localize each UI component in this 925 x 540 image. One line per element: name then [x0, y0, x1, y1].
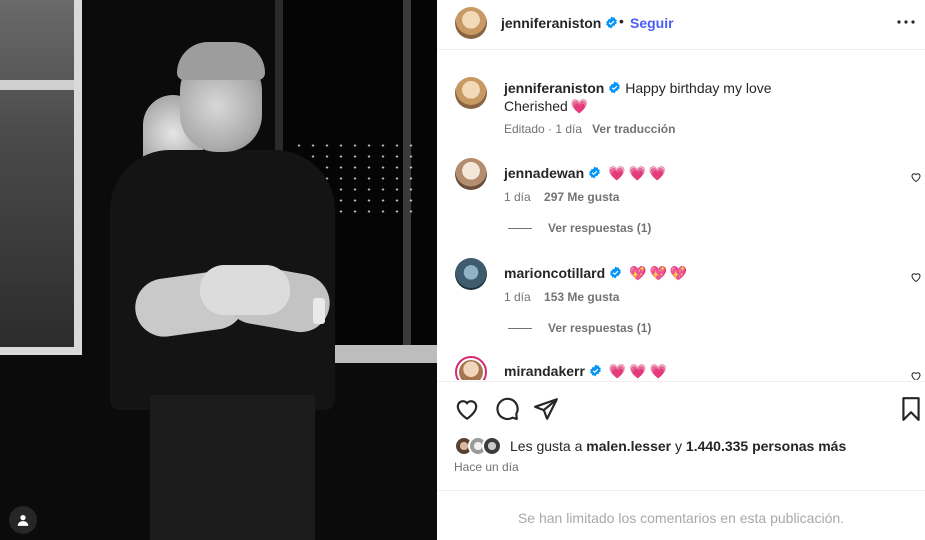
- verified-badge-icon: [606, 16, 618, 29]
- post-actions: Les gusta a malen.lesser y 1.440.335 per…: [437, 381, 925, 491]
- post-time[interactable]: Hace un día: [454, 460, 519, 474]
- comments-list[interactable]: jenniferaniston Happy birthday my love C…: [437, 51, 925, 380]
- comment-emoji: 💖: [669, 265, 688, 281]
- comment-likes[interactable]: 297 Me gusta: [544, 190, 619, 204]
- caption-meta: Editado · 1 día Ver traducción: [504, 122, 675, 136]
- heart-icon[interactable]: [910, 171, 922, 183]
- caption-body-line2: Cherished: [504, 98, 568, 114]
- user-tag-icon: [17, 515, 29, 526]
- verified-badge-icon: [609, 81, 621, 94]
- caption-emoji: 💗: [570, 98, 589, 114]
- share-icon[interactable]: [533, 396, 559, 422]
- liker-username[interactable]: malen.lesser: [586, 438, 671, 454]
- view-replies-button[interactable]: Ver respuestas (1): [508, 321, 651, 335]
- caption-time: Editado · 1 día: [504, 122, 583, 136]
- comment-username[interactable]: mirandakerr: [504, 363, 585, 379]
- author-username[interactable]: jenniferaniston: [501, 15, 601, 31]
- comment-emoji: 💗: [648, 165, 667, 181]
- heart-icon[interactable]: [454, 396, 480, 422]
- comment-emoji: 💗: [628, 165, 646, 181]
- comment-likes[interactable]: 153 Me gusta: [544, 290, 619, 304]
- comment-meta: 1 día 153 Me gusta: [504, 290, 619, 304]
- comment-emoji: 💖: [629, 265, 647, 281]
- comment-emoji: 💗: [608, 363, 627, 379]
- caption-text: jenniferaniston Happy birthday my love C…: [504, 79, 904, 115]
- view-replies-button[interactable]: Ver respuestas (1): [508, 221, 651, 235]
- comment-username[interactable]: marioncotillard: [504, 265, 605, 281]
- comment-meta: 1 día 297 Me gusta: [504, 190, 619, 204]
- caption-body: Happy birthday my love: [625, 80, 772, 96]
- post-header: jenniferaniston • Seguir: [437, 0, 925, 50]
- author-username-wrap: jenniferaniston: [501, 15, 618, 33]
- photo-watch: [313, 298, 325, 324]
- comment-avatar[interactable]: [455, 158, 487, 190]
- photo-man-legs: [150, 395, 315, 540]
- more-options-button[interactable]: [894, 10, 918, 34]
- comment-username[interactable]: jennadewan: [504, 165, 584, 181]
- verified-badge-icon: [590, 364, 601, 377]
- comment-emoji: 💗: [649, 363, 668, 379]
- comment-icon[interactable]: [494, 396, 520, 422]
- likes-prefix: Les gusta a: [510, 438, 583, 454]
- author-avatar[interactable]: [455, 7, 487, 39]
- heart-icon[interactable]: [910, 370, 922, 380]
- verified-badge-icon: [610, 266, 621, 279]
- likes-text: Les gusta a malen.lesser y 1.440.335 per…: [510, 438, 846, 454]
- heart-icon[interactable]: [910, 271, 922, 283]
- comment-time: 1 día: [504, 190, 531, 204]
- comments-limited-notice: Se han limitado los comentarios en esta …: [517, 510, 845, 526]
- caption-avatar[interactable]: [455, 77, 487, 109]
- comment-text: jennadewan 💗 💗 💗: [504, 165, 666, 182]
- follow-button[interactable]: Seguir: [630, 15, 674, 31]
- see-translation-link[interactable]: Ver traducción: [592, 122, 675, 136]
- verified-badge-icon: [589, 166, 600, 179]
- caption-username[interactable]: jenniferaniston: [504, 80, 604, 96]
- comment-text: marioncotillard 💖 💖 💖: [504, 265, 687, 282]
- more-options-icon: [897, 20, 915, 24]
- likes-count[interactable]: 1.440.335 personas más: [686, 438, 846, 454]
- likes-middle: y: [675, 438, 683, 454]
- comment-emoji: 💗: [608, 165, 626, 181]
- comment-time: 1 día: [504, 290, 531, 304]
- photo-hands: [200, 265, 290, 315]
- photo-window-left: [0, 0, 82, 355]
- tagged-users-button[interactable]: [9, 506, 37, 534]
- photo-window-sill: [320, 345, 437, 363]
- header-separator: •: [619, 13, 624, 29]
- post-media[interactable]: [0, 0, 437, 540]
- liker-avatar: [482, 436, 502, 456]
- comment-avatar-story[interactable]: [455, 356, 487, 380]
- comment-avatar[interactable]: [455, 258, 487, 290]
- comment-emoji: 💖: [649, 265, 667, 281]
- comment-emoji: 💗: [629, 363, 647, 379]
- bookmark-icon[interactable]: [898, 396, 924, 422]
- post-sidebar: jenniferaniston • Seguir jenniferaniston…: [437, 0, 925, 540]
- comment-text: mirandakerr 💗 💗 💗: [504, 363, 667, 380]
- likes-summary: Les gusta a malen.lesser y 1.440.335 per…: [454, 436, 846, 456]
- photo-man-hair: [177, 42, 265, 80]
